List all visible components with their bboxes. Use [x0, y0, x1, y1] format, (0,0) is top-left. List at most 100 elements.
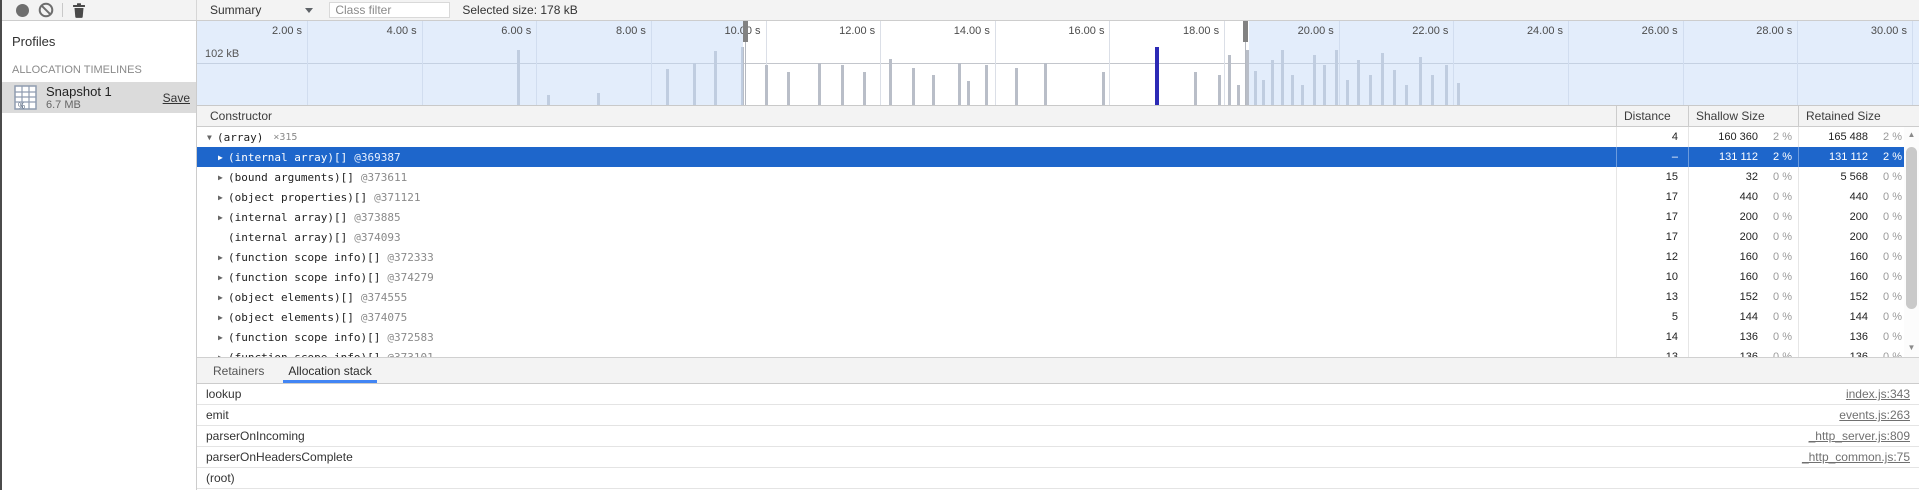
column-header-retained-size[interactable]: Retained Size: [1798, 106, 1919, 126]
shallow-size-cell: 131 1122 %: [1688, 147, 1798, 167]
shallow-size-cell: 1600 %: [1688, 267, 1798, 287]
size-value: 200: [1850, 231, 1868, 243]
shallow-size-cell: 2000 %: [1688, 207, 1798, 227]
clear-button[interactable]: [34, 1, 58, 19]
column-header-shallow-size[interactable]: Shallow Size: [1688, 106, 1798, 126]
perspective-select[interactable]: Summary: [210, 3, 313, 17]
retained-size-cell: 165 4882 %: [1798, 127, 1904, 147]
tree-expand-arrow[interactable]: ▶: [218, 153, 228, 162]
sidebar-item-snapshot-1[interactable]: % Snapshot 1 6.7 MB Save: [2, 82, 196, 113]
snapshot-save-link[interactable]: Save: [163, 91, 190, 105]
timeline-gridline: [995, 21, 996, 105]
allocation-timeline-overview[interactable]: 102 kB 2.00 s4.00 s6.00 s8.00 s10.00 s12…: [197, 21, 1919, 106]
tree-expand-arrow[interactable]: ▶: [218, 333, 228, 342]
stack-frame-row: emit events.js:263: [197, 405, 1919, 426]
retained-size-cell: 2000 %: [1798, 207, 1904, 227]
allocation-bar: [863, 72, 866, 105]
table-row[interactable]: ▶(function scope info)[]@372583141360 %1…: [197, 327, 1904, 347]
retained-size-cell: 1600 %: [1798, 247, 1904, 267]
tree-expand-arrow[interactable]: ▶: [218, 213, 228, 222]
profiles-sidebar: Profiles ALLOCATION TIMELINES % Snapshot…: [0, 21, 197, 490]
timeline-dimmed-region: [1249, 21, 1919, 105]
constructor-name: (bound arguments)[]: [228, 171, 354, 184]
column-header-distance[interactable]: Distance: [1616, 106, 1688, 126]
table-scrollbar[interactable]: ▲ ▼: [1904, 127, 1919, 357]
tree-expand-arrow[interactable]: ▼: [207, 133, 217, 142]
retained-size-cell: 1440 %: [1798, 307, 1904, 327]
constructor-cell: (internal array)[] @374093: [197, 227, 1616, 247]
timeline-tick-label: 24.00 s: [1527, 25, 1568, 37]
object-id: @372333: [387, 251, 433, 264]
frame-source-link[interactable]: events.js:263: [1839, 408, 1910, 422]
table-row[interactable]: ▶(object elements)[]@374555131520 %1520 …: [197, 287, 1904, 307]
record-button[interactable]: [10, 1, 34, 19]
size-percent: 0 %: [1868, 291, 1902, 303]
allocation-timelines-section-label: ALLOCATION TIMELINES: [0, 64, 196, 76]
scroll-down-icon[interactable]: ▼: [1904, 343, 1919, 353]
table-row[interactable]: ▶(internal array)[]@373885172000 %2000 %: [197, 207, 1904, 227]
size-percent: 0 %: [1868, 311, 1902, 323]
window-handle-right[interactable]: [1243, 21, 1248, 42]
trash-icon: [72, 2, 86, 18]
table-row[interactable]: ▶(object properties)[]@371121174400 %440…: [197, 187, 1904, 207]
allocation-bar: [912, 68, 915, 105]
size-value: 131 112: [1829, 151, 1868, 163]
size-value: 144: [1740, 311, 1758, 323]
frame-function-name: emit: [206, 408, 229, 422]
block-icon: [38, 2, 54, 18]
frame-source-link[interactable]: _http_common.js:75: [1802, 450, 1910, 464]
table-row[interactable]: ▶(internal array)[]@369387–131 1122 %131…: [197, 147, 1904, 167]
constructor-name: (object elements)[]: [228, 311, 354, 324]
allocation-bar: [1218, 75, 1221, 105]
frame-function-name: lookup: [206, 387, 241, 401]
shallow-size-cell: 1600 %: [1688, 247, 1798, 267]
table-row[interactable]: ▶(object elements)[]@37407551440 %1440 %: [197, 307, 1904, 327]
size-value: 160: [1740, 271, 1758, 283]
table-row[interactable]: ▶(bound arguments)[]@37361115320 %5 5680…: [197, 167, 1904, 187]
scroll-up-icon[interactable]: ▲: [1904, 130, 1919, 140]
table-row[interactable]: ▶(function scope info)[]@372333121600 %1…: [197, 247, 1904, 267]
size-percent: 0 %: [1758, 211, 1792, 223]
object-id: @374093: [354, 231, 400, 244]
size-percent: 2 %: [1868, 151, 1902, 163]
tree-expand-arrow[interactable]: ▶: [218, 193, 228, 202]
table-row[interactable]: ▶(function scope info)[]@374279101600 %1…: [197, 267, 1904, 287]
toolbar-separator: [62, 3, 63, 17]
tab-allocation-stack[interactable]: Allocation stack: [276, 358, 383, 383]
delete-profile-button[interactable]: [67, 1, 91, 19]
retained-size-cell: 4400 %: [1798, 187, 1904, 207]
size-value: 152: [1740, 291, 1758, 303]
column-header-constructor[interactable]: Constructor: [197, 109, 1616, 123]
tree-expand-arrow[interactable]: ▶: [218, 173, 228, 182]
constructor-table-body: ▼(array)×3154160 3602 %165 4882 %▶(inter…: [197, 127, 1904, 357]
frame-source-link[interactable]: _http_server.js:809: [1809, 429, 1910, 443]
selected-size-label: Selected size: 178 kB: [462, 3, 577, 17]
tab-retainers[interactable]: Retainers: [201, 358, 276, 383]
window-handle-left[interactable]: [743, 21, 748, 42]
active-tab-underline: [283, 380, 376, 383]
timeline-gridline: [1109, 21, 1110, 105]
size-value: 200: [1740, 211, 1758, 223]
shallow-size-cell: 1360 %: [1688, 347, 1798, 357]
object-id: @374555: [361, 291, 407, 304]
tree-expand-arrow[interactable]: ▶: [218, 273, 228, 282]
size-value: 131 112: [1719, 151, 1758, 163]
size-percent: 0 %: [1758, 311, 1792, 323]
size-percent: 0 %: [1758, 171, 1792, 183]
constructor-name: (internal array)[]: [228, 231, 347, 244]
table-row[interactable]: ▶(function scope info)[]@373101131360 %1…: [197, 347, 1904, 357]
constructor-cell: ▶(object properties)[]@371121: [197, 187, 1616, 207]
scrollbar-thumb[interactable]: [1906, 147, 1917, 309]
allocation-bar: [1044, 63, 1047, 105]
table-row[interactable]: ▼(array)×3154160 3602 %165 4882 %: [197, 127, 1904, 147]
size-percent: 0 %: [1868, 171, 1902, 183]
frame-source-link[interactable]: index.js:343: [1846, 387, 1910, 401]
size-value: 165 488: [1828, 131, 1868, 143]
class-filter-input[interactable]: [329, 2, 450, 18]
tree-expand-arrow[interactable]: ▶: [218, 253, 228, 262]
size-percent: 0 %: [1868, 271, 1902, 283]
tree-expand-arrow[interactable]: ▶: [218, 293, 228, 302]
chevron-down-icon: [305, 8, 313, 13]
tree-expand-arrow[interactable]: ▶: [218, 313, 228, 322]
table-row[interactable]: (internal array)[]@374093172000 %2000 %: [197, 227, 1904, 247]
